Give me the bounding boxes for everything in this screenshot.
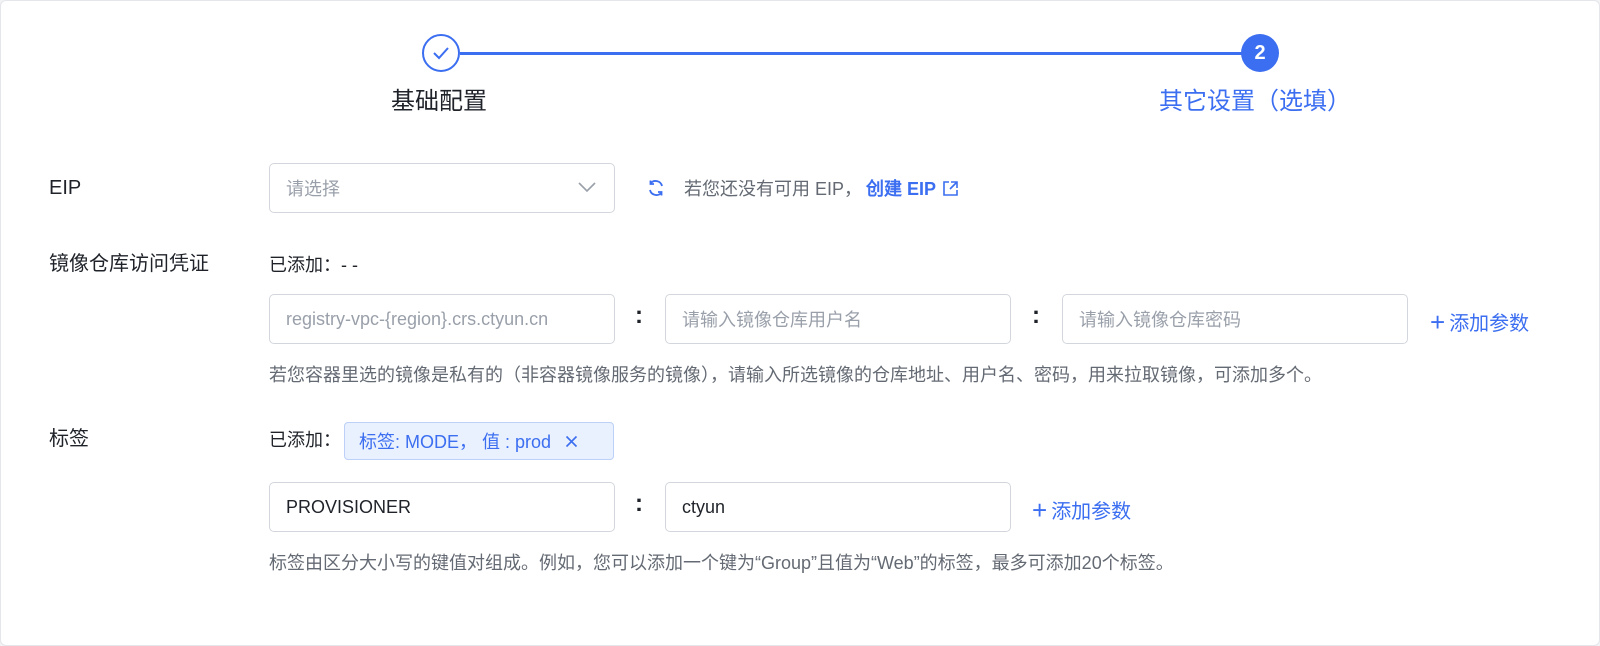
check-icon [433, 47, 449, 60]
step-2-label[interactable]: 其它设置（选填） [1159, 87, 1351, 117]
close-icon[interactable] [565, 435, 578, 448]
form-card: 基础配置 2 其它设置（选填） EIP 请选择 若您还没有可用 EIP， 创建 … [0, 0, 1600, 646]
chevron-down-icon [578, 182, 596, 193]
registry-add-param-label: 添加参数 [1449, 313, 1530, 335]
step-1-done-circle[interactable] [422, 34, 460, 72]
registry-address-input[interactable]: registry-vpc-{region}.crs.ctyun.cn [269, 294, 615, 344]
tags-add-param-label: 添加参数 [1051, 501, 1132, 523]
registry-added-text: 已添加：- - [269, 255, 358, 275]
external-link-icon [943, 180, 958, 196]
tag-value-input[interactable]: ctyun [665, 482, 1011, 532]
create-eip-link-text: 创建 EIP [866, 179, 937, 199]
eip-tip: 若您还没有可用 EIP， 创建 EIP [646, 175, 959, 201]
colon-separator: : [635, 302, 643, 329]
tag-key-input[interactable]: PROVISIONER [269, 482, 615, 532]
registry-password-input[interactable]: 请输入镜像仓库密码 [1062, 294, 1408, 344]
tag-chip-text: 标签: MODE， 值 : prod [359, 432, 552, 452]
create-eip-link[interactable]: 创建 EIP [866, 175, 959, 201]
eip-label: EIP [49, 177, 82, 199]
step-progress-line [460, 52, 1244, 55]
refresh-icon[interactable] [646, 178, 666, 198]
registry-add-param-button[interactable]: + 添加参数 [1430, 307, 1529, 336]
eip-tip-text: 若您还没有可用 EIP， [684, 179, 863, 199]
registry-help-text: 若您容器里选的镜像是私有的（非容器镜像服务的镜像），请输入所选镜像的仓库地址、用… [269, 365, 1322, 385]
tags-help-text: 标签由区分大小写的键值对组成。例如，您可以添加一个键为“Group”且值为“We… [269, 553, 1174, 573]
eip-select-placeholder: 请选择 [286, 179, 340, 199]
colon-separator: : [1032, 302, 1040, 329]
plus-icon: + [1430, 306, 1446, 337]
registry-label: 镜像仓库访问凭证 [49, 253, 209, 275]
tags-added-prefix: 已添加： [269, 430, 341, 450]
tag-chip: 标签: MODE， 值 : prod [344, 422, 614, 460]
registry-username-input[interactable]: 请输入镜像仓库用户名 [665, 294, 1011, 344]
eip-select[interactable]: 请选择 [269, 163, 615, 213]
colon-separator: : [635, 490, 643, 517]
step-2-circle[interactable]: 2 [1241, 34, 1279, 72]
tags-label: 标签 [49, 428, 89, 450]
step-1-label[interactable]: 基础配置 [391, 87, 487, 117]
tags-add-param-button[interactable]: + 添加参数 [1032, 495, 1131, 524]
plus-icon: + [1032, 494, 1048, 525]
